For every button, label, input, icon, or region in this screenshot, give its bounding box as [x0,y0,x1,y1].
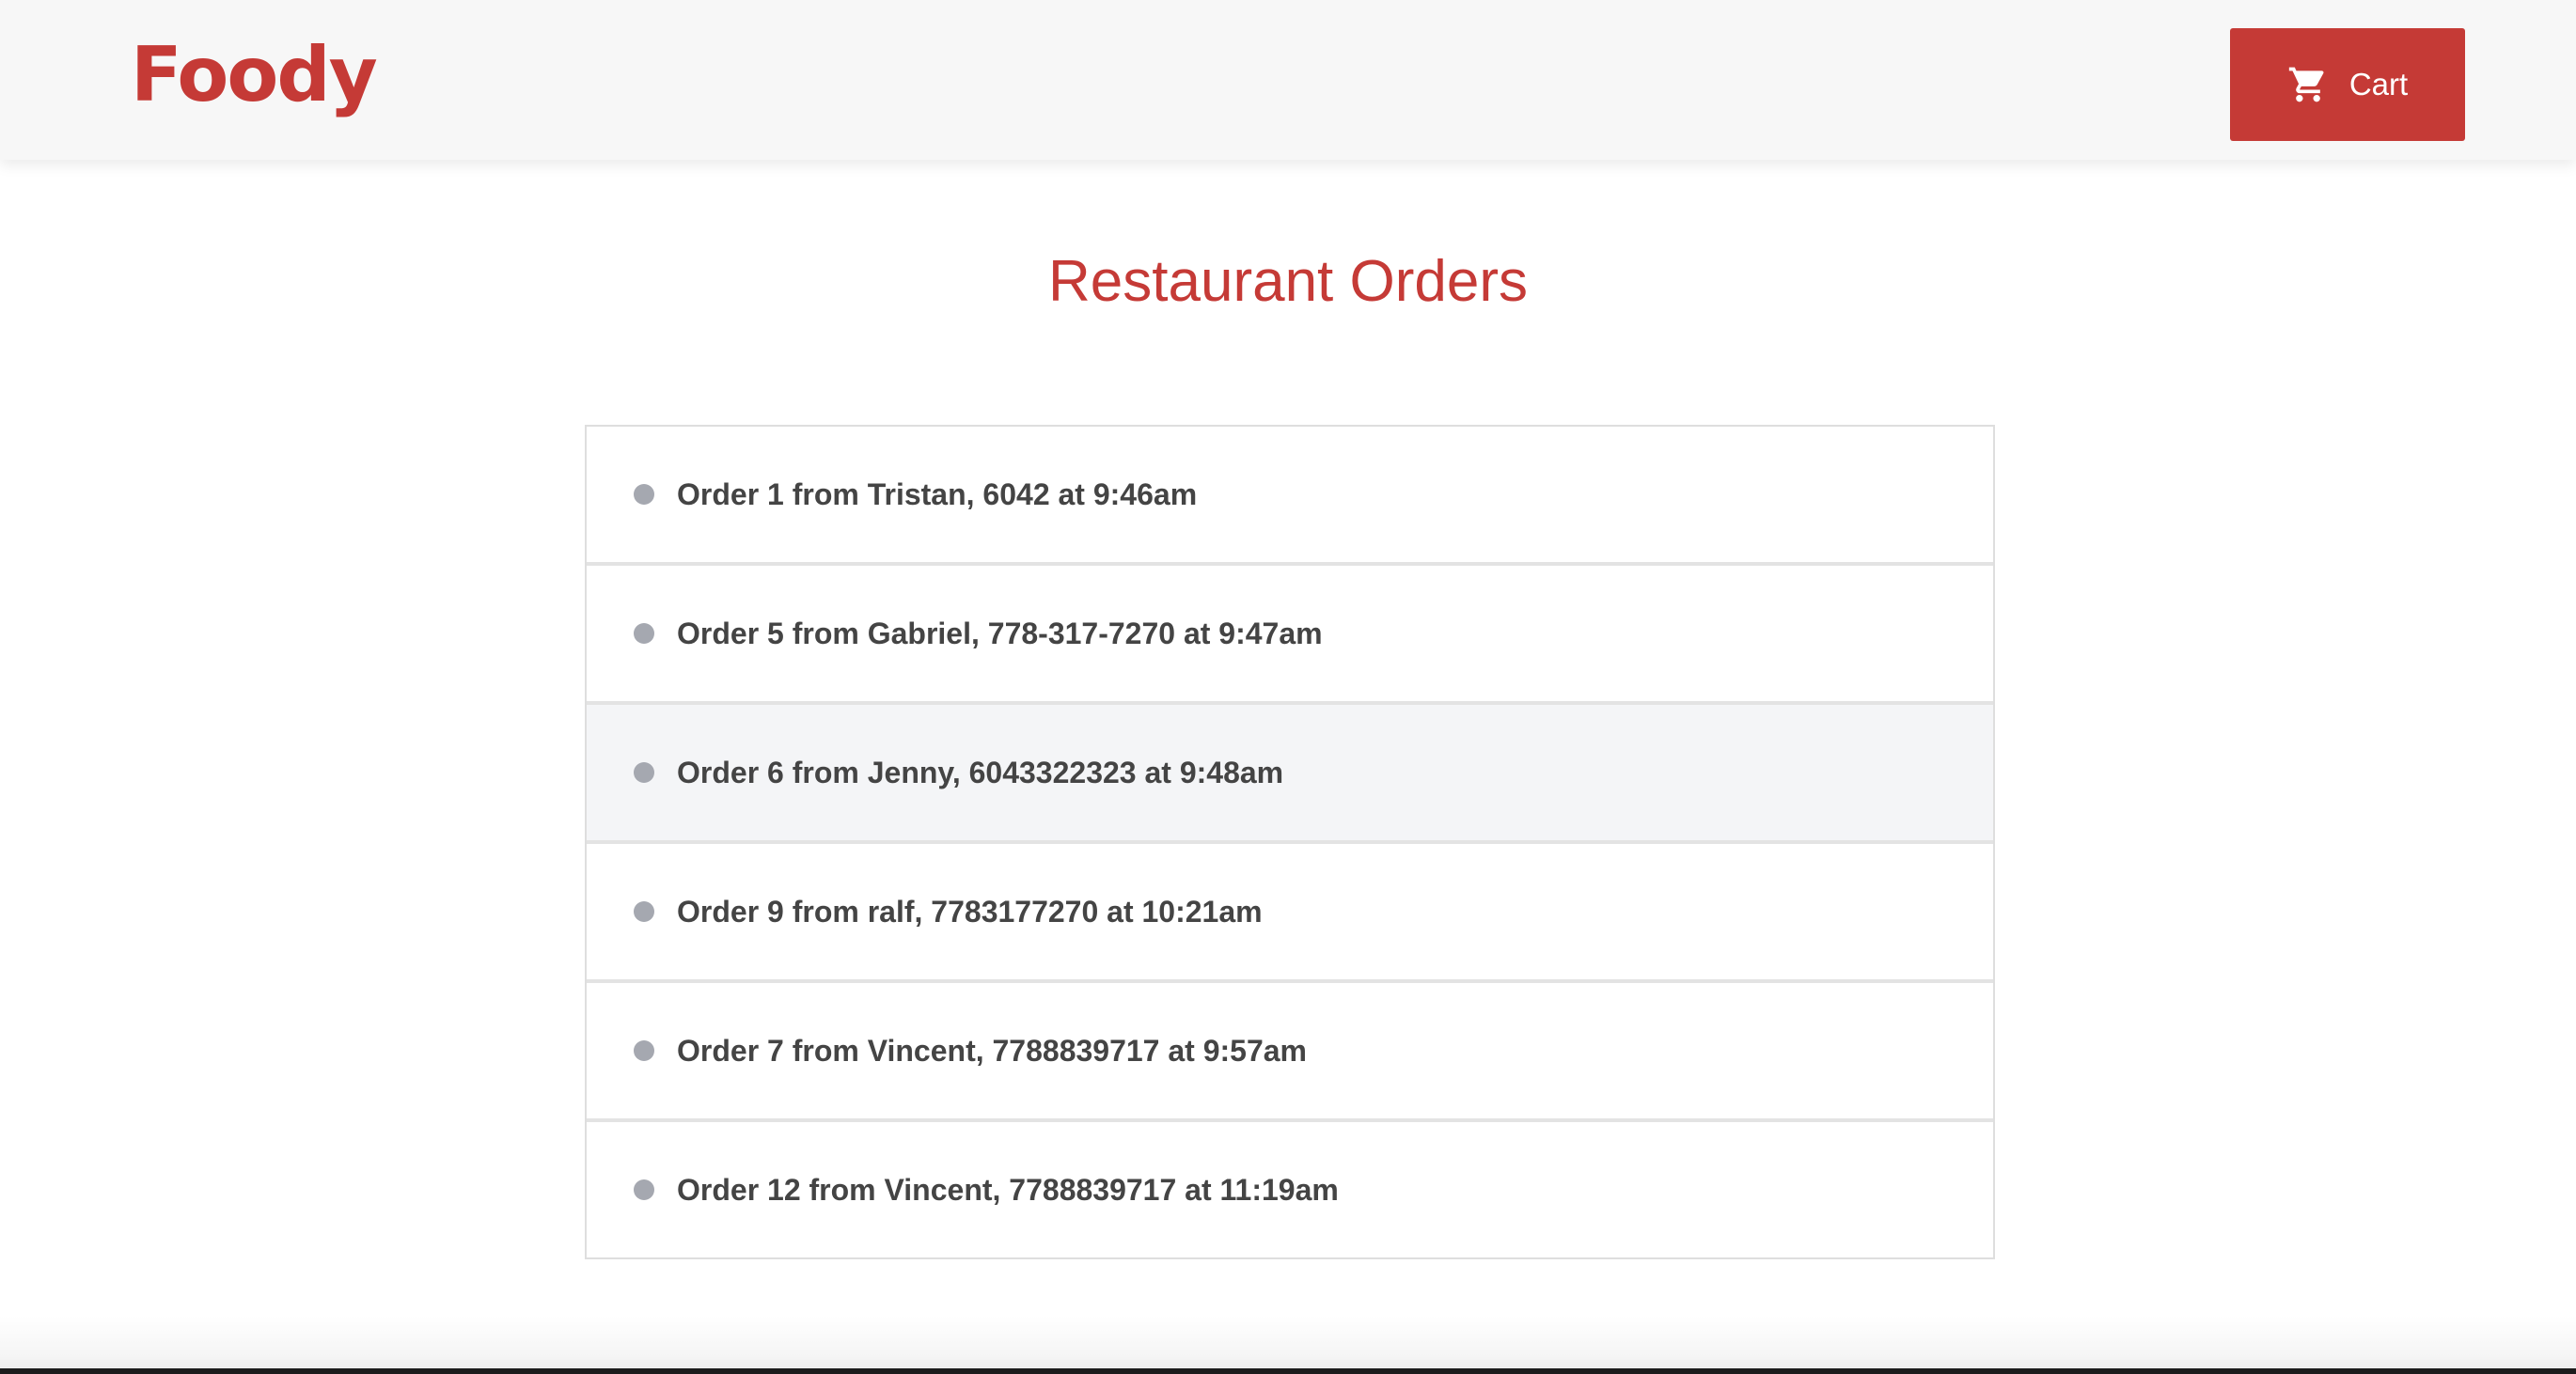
order-row-text: Order 9 from ralf, 7783177270 at 10:21am [677,894,1263,929]
order-row-text: Order 5 from Gabriel, 778-317-7270 at 9:… [677,616,1323,650]
status-dot-icon [634,623,654,644]
order-row-text: Order 7 from Vincent, 7788839717 at 9:57… [677,1033,1307,1068]
order-row-text: Order 1 from Tristan, 6042 at 9:46am [677,476,1198,511]
foody-logo[interactable]: Foody [131,28,378,122]
order-row-text: Order 12 from Vincent, 7788839717 at 11:… [677,1172,1339,1207]
order-row-text: Order 6 from Jenny, 6043322323 at 9:48am [677,755,1284,789]
footer-shadow [0,1316,2576,1374]
top-navbar: Foody Cart [0,0,2576,160]
cart-button-label: Cart [2348,67,2409,101]
order-row[interactable]: Order 12 from Vincent, 7788839717 at 11:… [587,1122,1993,1257]
order-row[interactable]: Order 5 from Gabriel, 778-317-7270 at 9:… [587,566,1993,705]
status-dot-icon [634,1040,654,1061]
order-row-highlighted[interactable]: Order 6 from Jenny, 6043322323 at 9:48am [587,705,1993,844]
status-dot-icon [634,484,654,505]
orders-list: Order 1 from Tristan, 6042 at 9:46am Ord… [585,425,1995,1259]
status-dot-icon [634,901,654,922]
window-bottom-edge [0,1368,2576,1374]
cart-button[interactable]: Cart [2230,28,2465,141]
status-dot-icon [634,762,654,783]
order-row[interactable]: Order 9 from ralf, 7783177270 at 10:21am [587,844,1993,983]
order-row[interactable]: Order 1 from Tristan, 6042 at 9:46am [587,427,1993,566]
status-dot-icon [634,1179,654,1200]
page-title: Restaurant Orders [1048,249,1528,314]
shopping-cart-icon [2287,64,2329,105]
order-row[interactable]: Order 7 from Vincent, 7788839717 at 9:57… [587,983,1993,1122]
